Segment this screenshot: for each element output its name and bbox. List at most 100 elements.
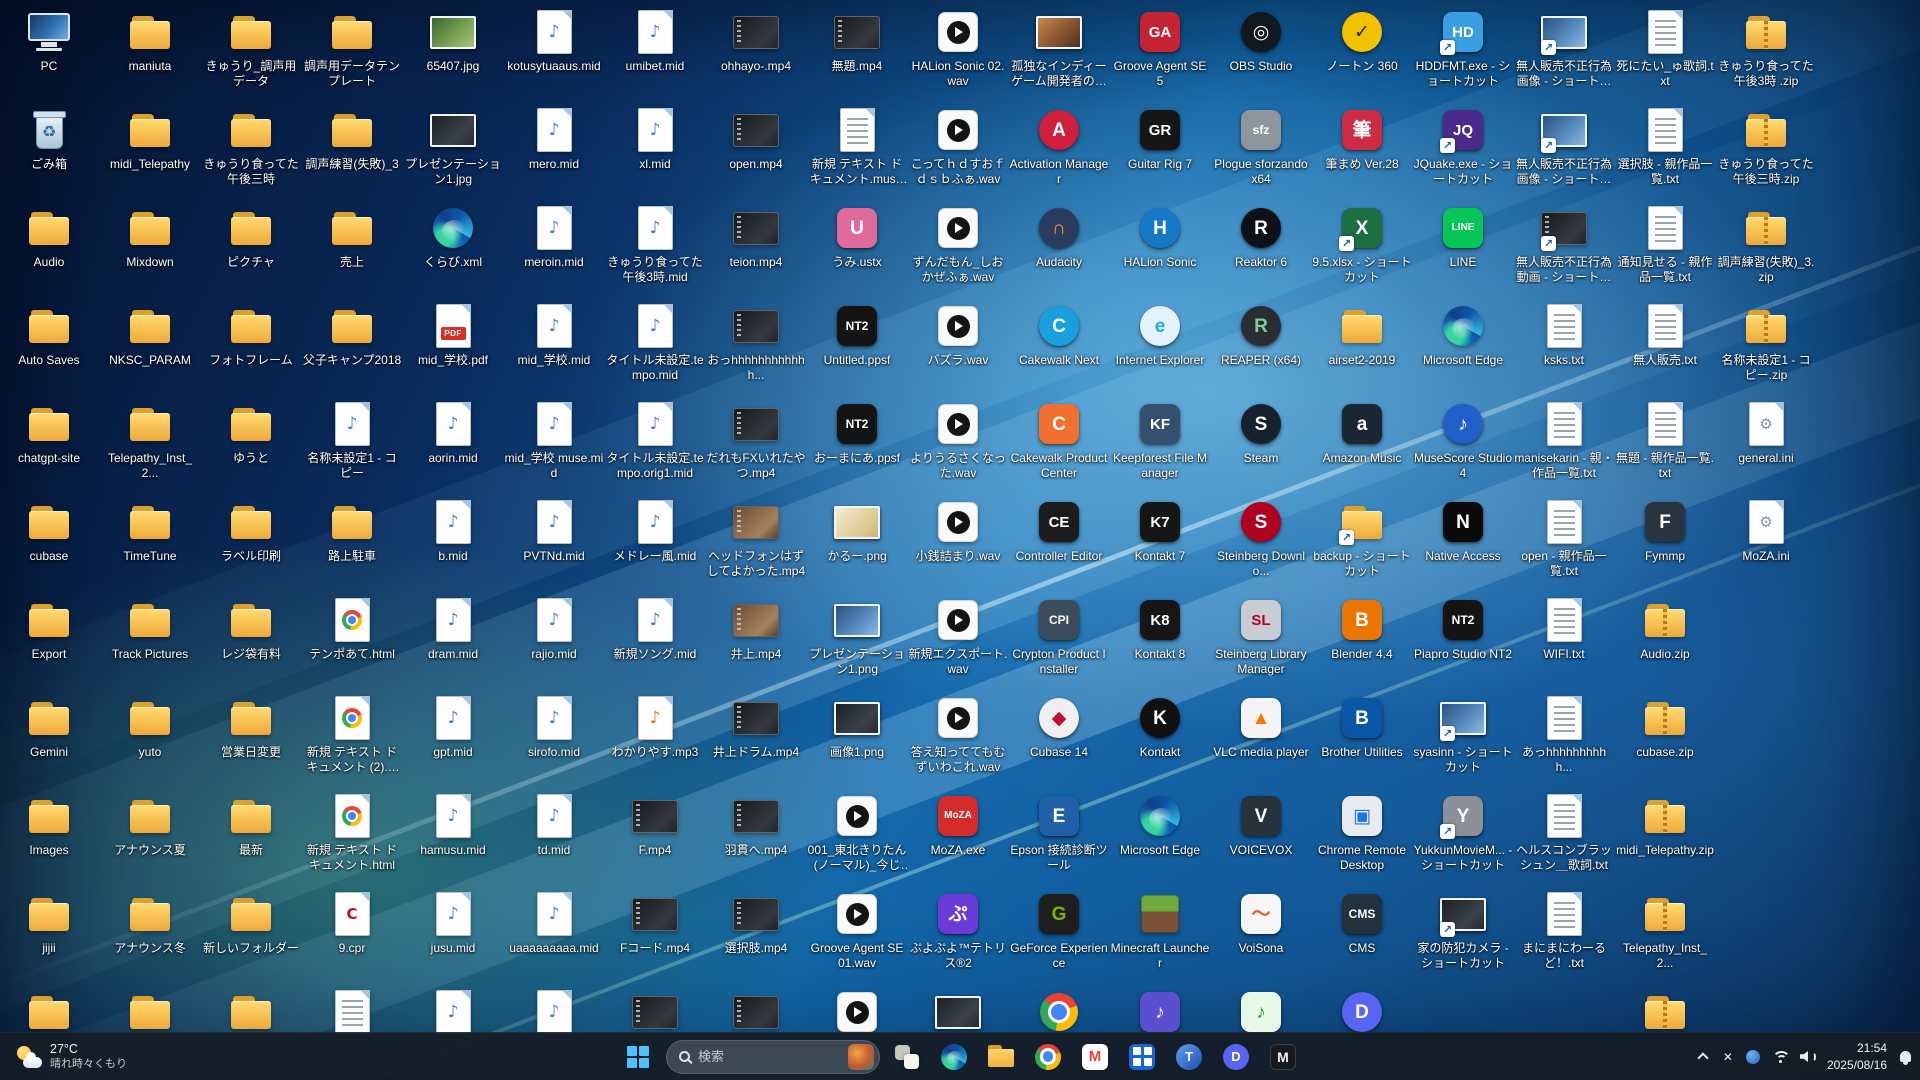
desktop-icon[interactable]: きゅうり_調声用データ [201, 8, 301, 88]
desktop-icon[interactable]: ∩ Audacity [1009, 204, 1109, 270]
wifi-icon[interactable] [1771, 1050, 1789, 1064]
desktop-icon[interactable]: ♪ b.mid [403, 498, 503, 564]
desktop-icon[interactable]: cubase [0, 498, 99, 564]
desktop-icon[interactable]: Audio.zip [1615, 596, 1715, 662]
desktop-icon[interactable]: Track Pictures [100, 596, 200, 662]
desktop-icon[interactable]: KF Keepforest File Manager [1110, 400, 1210, 480]
search-highlight-image[interactable] [848, 1044, 874, 1070]
desktop-icon[interactable]: midi_Telepathy.zip [1615, 792, 1715, 858]
desktop-icon[interactable]: CE Controller Editor [1009, 498, 1109, 564]
discord-icon[interactable]: D [1216, 1037, 1256, 1077]
desktop-icon[interactable]: Export [0, 596, 99, 662]
desktop-icon[interactable]: 新規 テキスト ドキュメント (2).html [302, 694, 402, 774]
desktop-icon[interactable]: ♪ mero.mid [504, 106, 604, 172]
desktop-icon[interactable]: ↗ backup - ショートカット [1312, 498, 1412, 578]
desktop-icon[interactable]: ⚙ MoZA.ini [1716, 498, 1816, 564]
desktop-icon[interactable]: 新規 テキスト ドキュメント.html [302, 792, 402, 872]
desktop-icon[interactable]: CPI Crypton Product Installer [1009, 596, 1109, 676]
desktop-icon[interactable]: manisekarin - 親・作品一覧.txt [1514, 400, 1614, 480]
desktop-icon[interactable]: Groove Agent SE 01.wav [807, 890, 907, 970]
desktop-icon[interactable]: NT2 Piapro Studio NT2 [1413, 596, 1513, 662]
desktop-icon[interactable]: 調声練習(失敗)_3 [302, 106, 402, 172]
desktop-icon[interactable]: Fコード.mp4 [605, 890, 705, 956]
desktop-icon[interactable]: Telepathy_Inst_2... [100, 400, 200, 480]
desktop-icon[interactable]: open - 親作品一覧.txt [1514, 498, 1614, 578]
desktop-icon[interactable]: HD↗ HDDFMT.exe - ショートカット [1413, 8, 1513, 88]
desktop-icon[interactable]: アナウンス夏 [100, 792, 200, 858]
desktop-icon[interactable]: HALion Sonic 02.wav [908, 8, 1008, 88]
desktop-icon[interactable]: アナウンス冬 [100, 890, 200, 956]
desktop-icon[interactable]: Microsoft Edge [1110, 792, 1210, 858]
desktop-icon[interactable]: F.mp4 [605, 792, 705, 858]
desktop-icon[interactable]: Y↗ YukkunMovieM... - ショートカット [1413, 792, 1513, 872]
desktop-icon[interactable]: ゆうと [201, 400, 301, 466]
desktop-icon[interactable]: ♪ kotusytuaaus.mid [504, 8, 604, 74]
notification-bell-icon[interactable] [1898, 1051, 1912, 1062]
desktop-icon[interactable]: フォトフレーム [201, 302, 301, 368]
desktop-icon[interactable]: テンポあて.html [302, 596, 402, 662]
desktop-icon[interactable]: 路上駐車 [302, 498, 402, 564]
desktop-icon[interactable]: yuto [100, 694, 200, 760]
desktop-icon[interactable]: C Cakewalk Product Center [1009, 400, 1109, 480]
desktop-icon[interactable]: 調声用データテンプレート [302, 8, 402, 88]
desktop-icon[interactable]: ♪ meroin.mid [504, 204, 604, 270]
desktop-icon[interactable]: ♻ ごみ箱 [0, 106, 99, 172]
desktop-icon[interactable]: ♪ MuseScore Studio 4 [1413, 400, 1513, 480]
desktop-icon[interactable]: e Internet Explorer [1110, 302, 1210, 368]
desktop-icon[interactable]: K7 Kontakt 7 [1110, 498, 1210, 564]
desktop-icon[interactable]: レジ袋有料 [201, 596, 301, 662]
desktop-icon[interactable]: 小銭詰まり.wav [908, 498, 1008, 564]
desktop-icon[interactable]: MoZA MoZA.exe [908, 792, 1008, 858]
desktop-icon[interactable]: F Fymmp [1615, 498, 1715, 564]
desktop-icon[interactable]: PC [0, 8, 99, 74]
desktop-icon[interactable]: ずんだもん_しおかぜふぁ.wav [908, 204, 1008, 284]
desktop-icon[interactable]: jijii [0, 890, 99, 956]
clock[interactable]: 21:54 2025/08/16 [1827, 1040, 1887, 1072]
desktop-icon[interactable]: ヘルスコンブラッシュン＿歌詞.txt [1514, 792, 1614, 872]
desktop-icon[interactable]: 調声練習(失敗)_3.zip [1716, 204, 1816, 284]
weather-widget[interactable]: 27°C 晴れ時々くもり [6, 1033, 137, 1080]
start-button[interactable] [617, 1036, 659, 1078]
desktop-icon[interactable]: プレゼンテーション1.jpg [403, 106, 503, 186]
desktop-icon[interactable]: Audio [0, 204, 99, 270]
desktop-icon[interactable]: U うみ.ustx [807, 204, 907, 270]
desktop-icon[interactable]: ↗ syasinn - ショートカット [1413, 694, 1513, 774]
desktop-icon[interactable]: きゅうり食ってた午後三時.zip [1716, 106, 1816, 186]
desktop-icon[interactable]: K Kontakt [1110, 694, 1210, 760]
taskbar-search[interactable] [666, 1040, 880, 1074]
desktop-icon[interactable]: ♪ td.mid [504, 792, 604, 858]
desktop-icon[interactable]: ♪ uaaaaaaaaa.mid [504, 890, 604, 956]
desktop-icon[interactable]: ♪ xl.mid [605, 106, 705, 172]
desktop-icon[interactable]: だれもFXいれたやつ.mp4 [706, 400, 806, 480]
desktop-icon[interactable]: まにまにわーるど！.txt [1514, 890, 1614, 970]
desktop-icon[interactable]: 画像1.png [807, 694, 907, 760]
desktop-icon[interactable]: A Activation Manager [1009, 106, 1109, 186]
desktop-icon[interactable]: R REAPER (x64) [1211, 302, 1311, 368]
desktop-icon[interactable]: 最新 [201, 792, 301, 858]
desktop-icon[interactable]: くらび.xml [403, 204, 503, 270]
desktop-icon[interactable]: ♪ mid_学校.mid [504, 302, 604, 368]
desktop-icon[interactable]: open.mp4 [706, 106, 806, 172]
desktop-icon[interactable]: 001_東北きりたん(ノーマル)_今じゃ... [807, 792, 907, 872]
desktop-icon[interactable]: ▲ VLC media player [1211, 694, 1311, 760]
desktop-icon[interactable]: ↗ 無人販売不正行為 画像 - ショートカッ... [1514, 8, 1614, 88]
desktop-icon[interactable]: teion.mp4 [706, 204, 806, 270]
desktop-icon[interactable]: B Brother Utilities [1312, 694, 1412, 760]
desktop-icon[interactable]: ♪ umibet.mid [605, 8, 705, 74]
desktop-icon[interactable]: 通知見せる - 親作品一覧.txt [1615, 204, 1715, 284]
microsoft-365-icon[interactable] [1122, 1037, 1162, 1077]
mail-icon[interactable]: M [1075, 1037, 1115, 1077]
chrome-icon[interactable] [1028, 1037, 1068, 1077]
desktop-icon[interactable]: こってｈｄすおｆｄｓｂふぁ.wav [908, 106, 1008, 186]
desktop-icon[interactable]: 営業日変更 [201, 694, 301, 760]
desktop-icon[interactable]: 名称未設定1 - コピー.zip [1716, 302, 1816, 382]
desktop-icon[interactable]: E Epson 接続診断ツール [1009, 792, 1109, 872]
m-app-icon[interactable]: M [1263, 1037, 1303, 1077]
desktop-icon[interactable]: よりうるさくなった.wav [908, 400, 1008, 480]
desktop-icon[interactable]: ⚙ general.ini [1716, 400, 1816, 466]
desktop-icon[interactable]: Auto Saves [0, 302, 99, 368]
desktop-icon[interactable]: ksks.txt [1514, 302, 1614, 368]
desktop-icon[interactable]: JQ↗ JQuake.exe - ショートカット [1413, 106, 1513, 186]
desktop-icon[interactable]: N Native Access [1413, 498, 1513, 564]
desktop-icon[interactable]: ぷ ぷよぷよ™テトリス®2 [908, 890, 1008, 970]
